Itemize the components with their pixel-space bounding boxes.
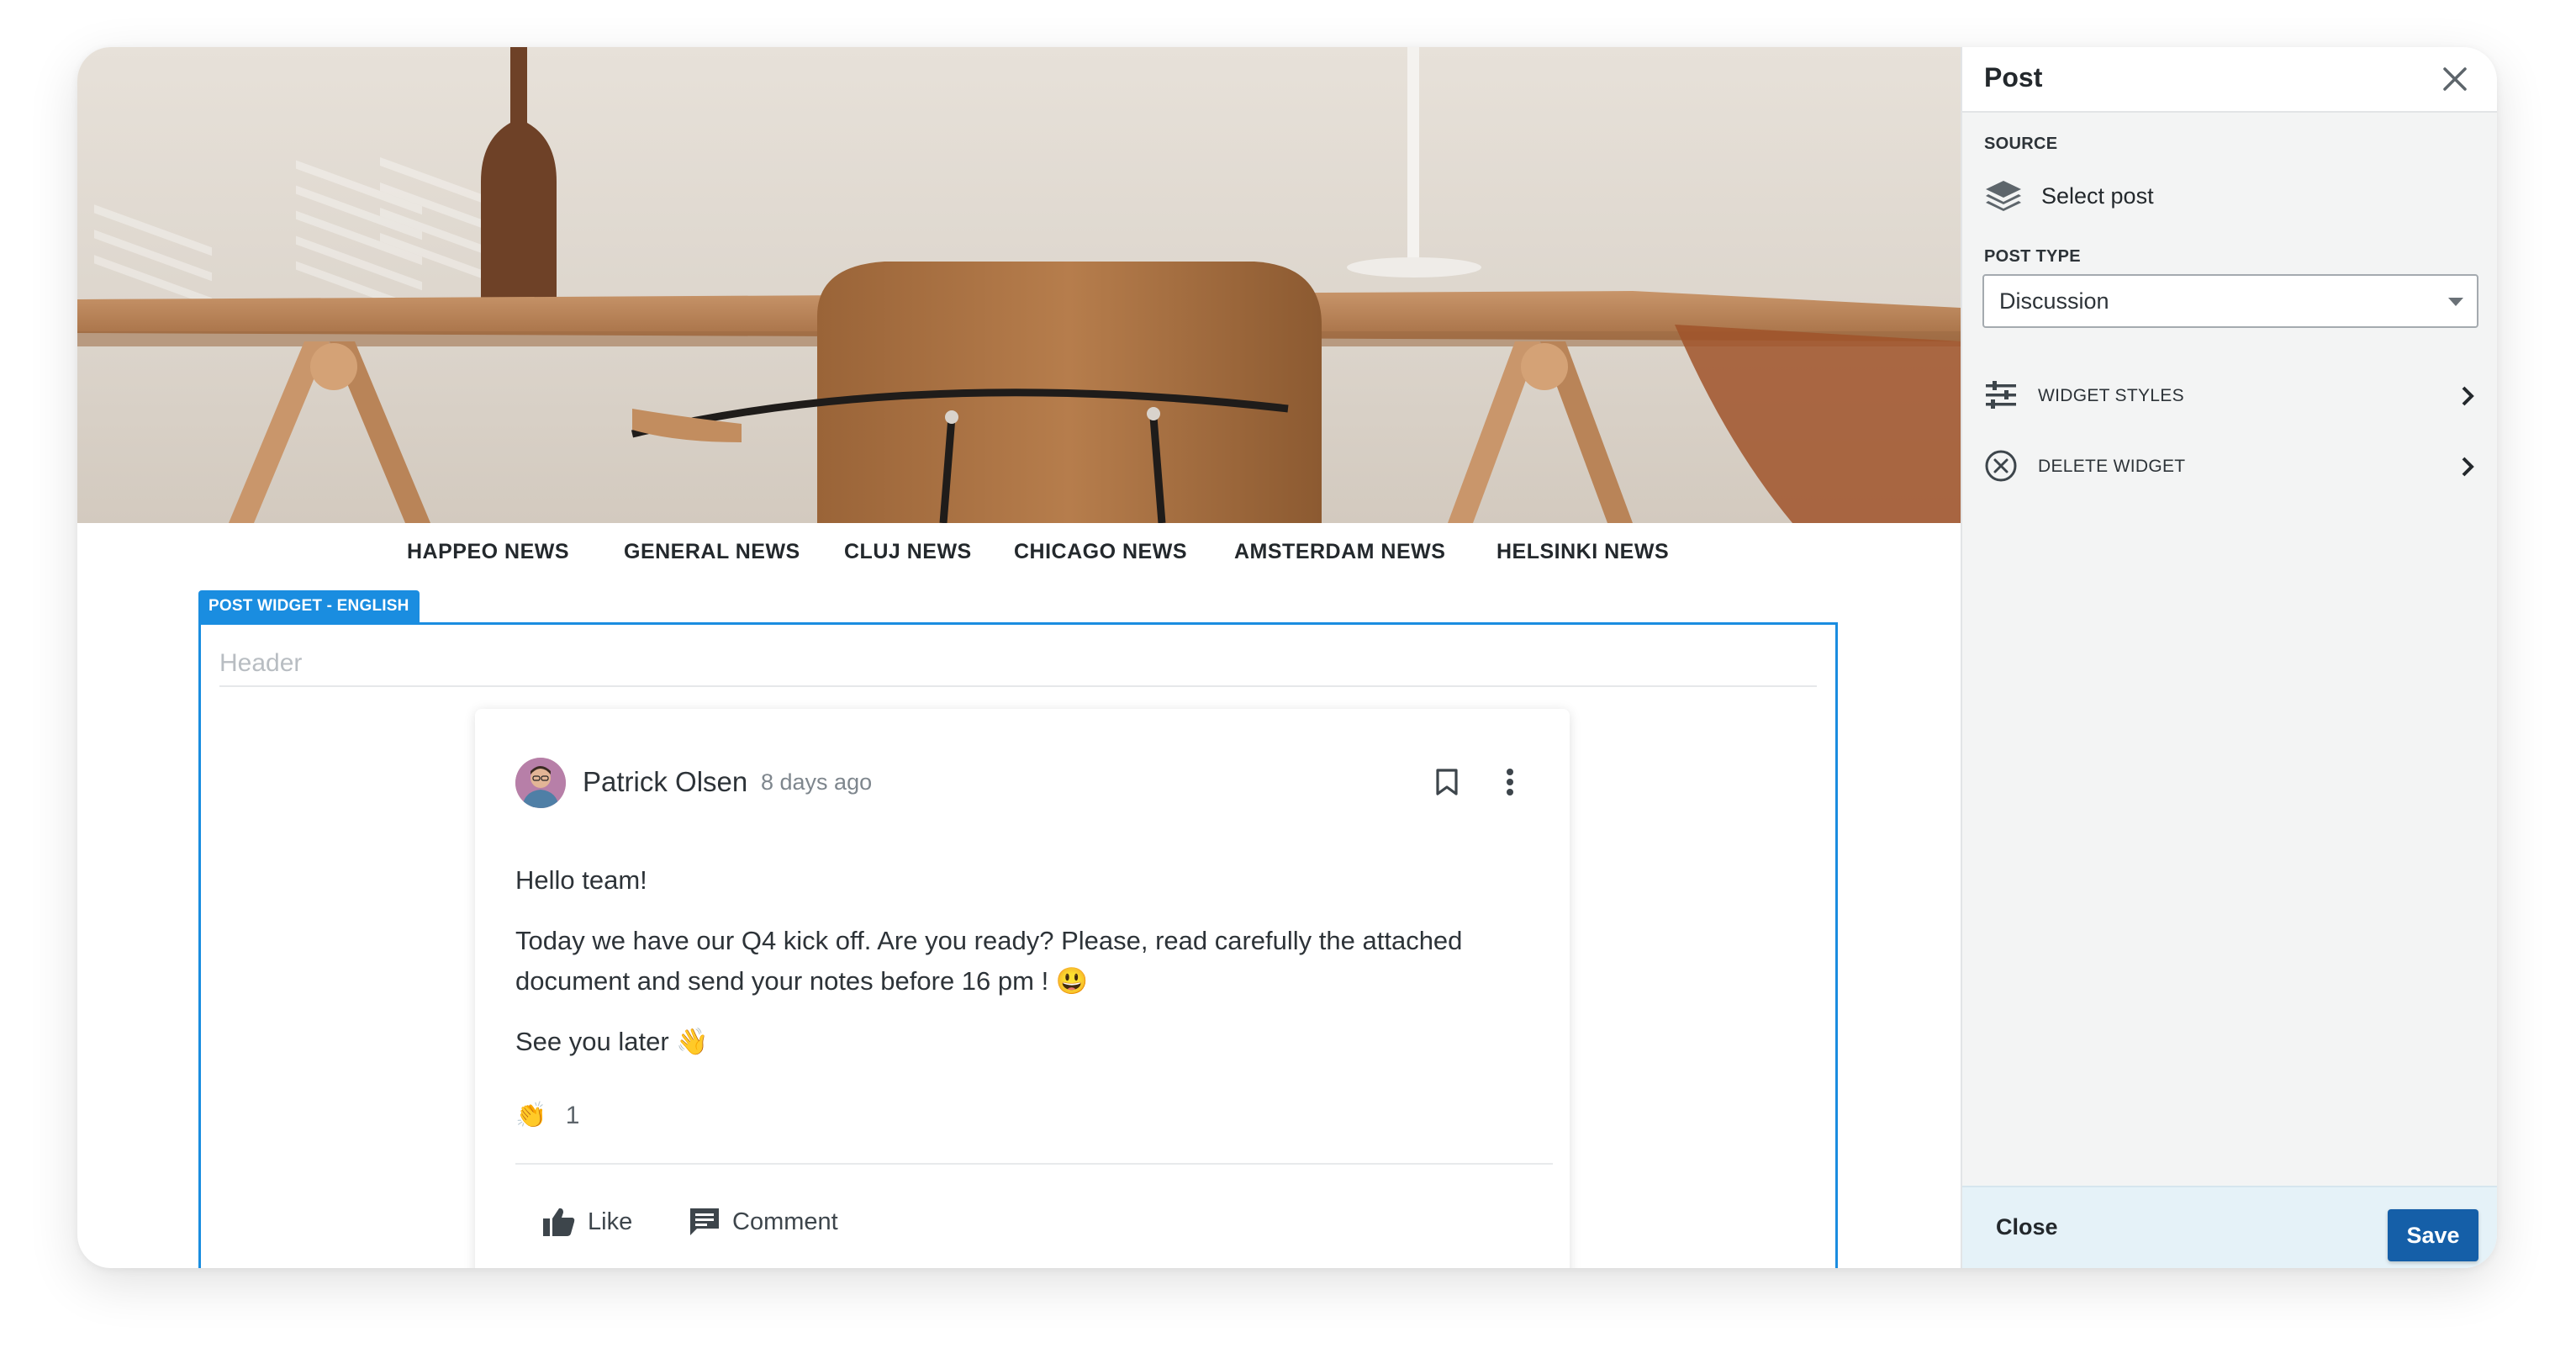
select-post-label: Select post xyxy=(2041,182,2154,209)
remove-circle-icon xyxy=(1985,450,2017,482)
widget-styles-label: WIDGET STYLES xyxy=(2038,386,2184,405)
avatar[interactable] xyxy=(515,758,566,808)
app-window: HAPPEO NEWS GENERAL NEWS CLUJ NEWS CHICA… xyxy=(77,47,2497,1268)
post-card: Patrick Olsen 8 days ago Hello team! Tod… xyxy=(475,709,1570,1268)
bookmark-icon[interactable] xyxy=(1435,768,1459,801)
caret-down-icon xyxy=(2448,298,2463,306)
save-button[interactable]: Save xyxy=(2388,1209,2478,1261)
like-label: Like xyxy=(588,1208,633,1235)
source-label: SOURCE xyxy=(1984,135,2058,153)
post-signoff: See you later 👋 xyxy=(515,1027,709,1056)
nav-item-happeo-news[interactable]: HAPPEO NEWS xyxy=(407,540,569,564)
news-nav: HAPPEO NEWS GENERAL NEWS CLUJ NEWS CHICA… xyxy=(77,523,1961,590)
like-button[interactable]: Like xyxy=(542,1207,632,1237)
divider xyxy=(515,1163,1553,1165)
post-author[interactable]: Patrick Olsen xyxy=(583,766,747,798)
clap-emoji: 👏 xyxy=(515,1102,547,1129)
comment-label: Comment xyxy=(732,1208,838,1235)
hero-image xyxy=(77,47,1961,523)
nav-item-general-news[interactable]: GENERAL NEWS xyxy=(624,540,800,564)
header-input[interactable]: Header xyxy=(219,643,1817,687)
more-options-icon[interactable] xyxy=(1506,768,1514,801)
delete-widget-row[interactable]: DELETE WIDGET xyxy=(1984,446,2480,488)
post-type-select[interactable]: Discussion xyxy=(1982,274,2478,328)
nav-item-helsinki-news[interactable]: HELSINKI NEWS xyxy=(1497,540,1669,564)
nav-item-cluj-news[interactable]: CLUJ NEWS xyxy=(844,540,972,564)
post-widget[interactable]: Header Patrick Olsen 8 days ago Hello te… xyxy=(198,622,1838,1268)
post-settings-panel: Post SOURCE Select post POST TYPE Discus… xyxy=(1961,47,2497,1268)
close-icon[interactable] xyxy=(2438,62,2472,96)
reaction-count: 1 xyxy=(565,1102,580,1129)
comment-icon xyxy=(690,1208,719,1235)
comment-button[interactable]: Comment xyxy=(689,1207,838,1237)
post-timestamp: 8 days ago xyxy=(761,769,873,795)
widget-styles-row[interactable]: WIDGET STYLES xyxy=(1984,375,2480,417)
reaction-summary[interactable]: 👏 1 xyxy=(515,1101,579,1130)
chevron-right-icon xyxy=(2462,457,2474,477)
post-paragraph: Today we have our Q4 kick off. Are you r… xyxy=(515,926,1463,996)
post-type-value: Discussion xyxy=(1999,288,2109,314)
post-greeting: Hello team! xyxy=(515,865,647,895)
post-body: Hello team! Today we have our Q4 kick of… xyxy=(515,860,1524,1082)
panel-title: Post xyxy=(1984,62,2043,92)
panel-header: Post xyxy=(1962,47,2497,113)
post-type-label: POST TYPE xyxy=(1984,247,2081,266)
nav-item-amsterdam-news[interactable]: AMSTERDAM NEWS xyxy=(1234,540,1445,564)
chevron-right-icon xyxy=(2462,386,2474,406)
sliders-icon xyxy=(1986,381,2016,409)
nav-item-chicago-news[interactable]: CHICAGO NEWS xyxy=(1014,540,1187,564)
select-post-button[interactable]: Select post xyxy=(1984,175,2154,217)
thumbs-up-icon xyxy=(543,1208,575,1236)
panel-footer: Close Save xyxy=(1962,1186,2497,1268)
close-button[interactable]: Close xyxy=(1996,1214,2058,1240)
delete-widget-label: DELETE WIDGET xyxy=(2038,457,2186,476)
layers-icon xyxy=(1986,181,2021,211)
widget-tag: POST WIDGET - ENGLISH xyxy=(198,590,420,622)
